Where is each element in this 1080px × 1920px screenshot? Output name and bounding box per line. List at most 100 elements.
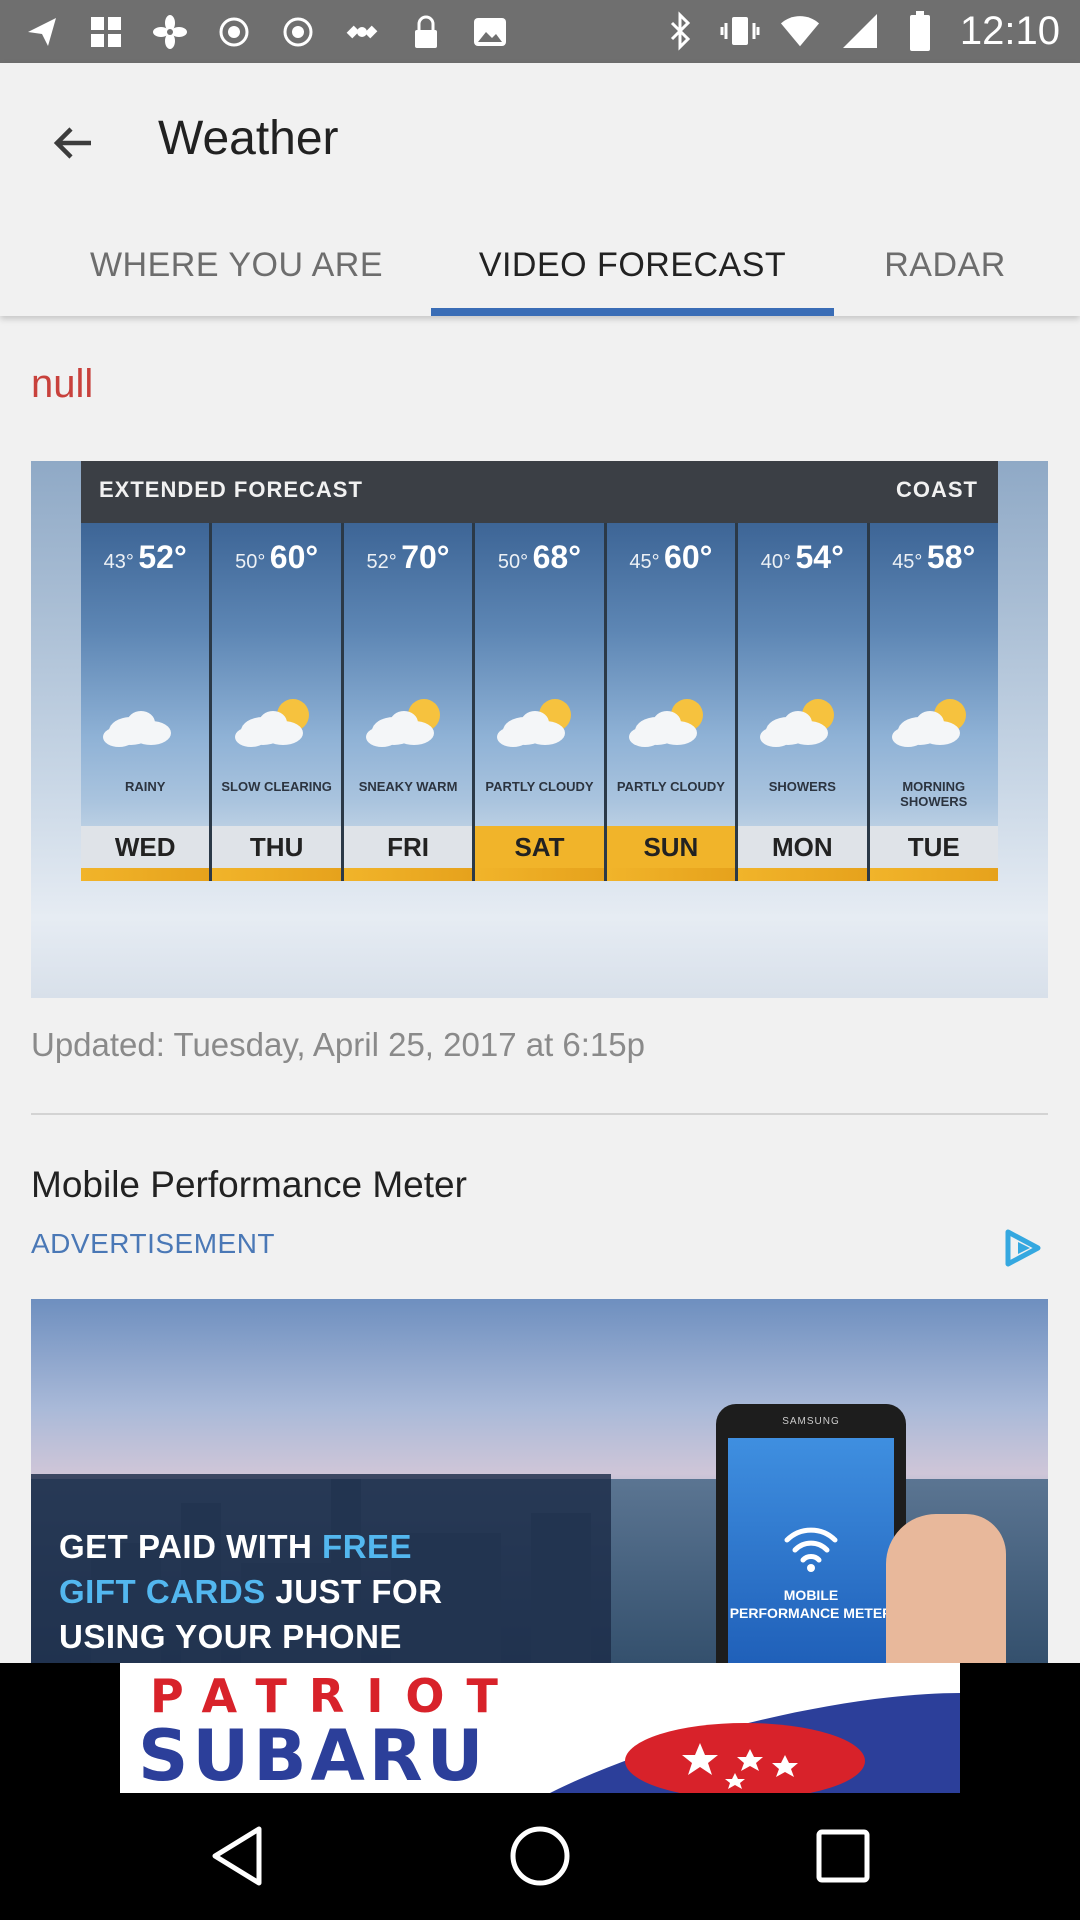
forecast-day-label: SUN — [606, 826, 736, 868]
weather-cloud-icon — [628, 699, 703, 747]
phone-image: SAMSUNG MOBILE PERFORMANCE METER — [716, 1404, 906, 1663]
back-button[interactable] — [40, 110, 106, 176]
forecast-low-temp: 52° — [366, 551, 397, 573]
forecast-temps: 52° 70° — [344, 539, 472, 576]
forecast-day-label: TUE — [869, 826, 998, 868]
status-bar: 12:10 — [0, 0, 1080, 63]
photo-icon — [470, 12, 510, 52]
ad-title[interactable]: Mobile Performance Meter — [31, 1164, 467, 1206]
banner-line2: SUBARU — [138, 1715, 488, 1793]
forecast-high-temp: 54° — [795, 539, 844, 575]
forecast-day-label: WED — [81, 826, 210, 868]
forecast-stripe — [869, 868, 998, 881]
navigation-arrow-icon — [22, 12, 62, 52]
active-tab-indicator — [431, 308, 834, 316]
updated-timestamp: Updated: Tuesday, April 25, 2017 at 6:15… — [31, 1026, 645, 1063]
forecast-day-thu: 50° 60° SLOW CLEARING THU — [212, 523, 341, 881]
bluetooth-icon — [660, 11, 700, 51]
subaru-logo-icon — [550, 1693, 960, 1793]
forecast-stripe — [81, 868, 210, 881]
location-text: null — [31, 362, 94, 406]
video-forecast-thumbnail[interactable]: EXTENDED FORECAST COAST 43° 52° RAINY WED 5… — [31, 461, 1048, 998]
phone-screen: MOBILE PERFORMANCE METER — [728, 1438, 894, 1663]
forecast-day-label: FRI — [343, 826, 473, 868]
forecast-day-label: SAT — [475, 826, 604, 868]
forecast-day-mon: 40° 54° SHOWERS MON — [738, 523, 867, 881]
signal-icon — [840, 11, 880, 51]
weather-cloud-icon — [103, 711, 172, 747]
forecast-day-sun: 45° 60° PARTLY CLOUDY SUN — [606, 523, 736, 881]
tab-bar: WHERE YOU ARE VIDEO FORECAST RADAR — [0, 238, 1080, 316]
vibrate-icon — [720, 11, 760, 51]
forecast-stripe — [343, 868, 473, 881]
adchoices-icon[interactable] — [1002, 1228, 1044, 1268]
forecast-temps: 45° 58° — [870, 539, 998, 576]
forecast-temps: 50° 60° — [212, 539, 340, 576]
forecast-high-temp: 68° — [532, 539, 582, 575]
forecast-stripe — [212, 868, 341, 881]
record-icon — [214, 12, 254, 52]
arrow-left-icon — [53, 127, 91, 159]
forecast-day-fri: 52° 70° SNEAKY WARM FRI — [343, 523, 473, 881]
forecast-header-right: COAST — [896, 477, 978, 502]
tab-radar[interactable]: RADAR — [834, 238, 1056, 316]
forecast-condition: RAINY — [124, 779, 166, 794]
weather-cloud-icon — [234, 699, 309, 747]
wifi-icon — [784, 1527, 838, 1572]
forecast-header-left: EXTENDED FORECAST — [99, 477, 363, 502]
forecast-day-tue: 45° 58° MORNING SHOWERS TUE — [869, 523, 998, 881]
battery-icon — [900, 11, 940, 51]
forecast-temps: 40° 54° — [738, 539, 866, 576]
forecast-columns: 43° 52° RAINY WED 50° 60° SLOW CLEARING THU 52… — [81, 523, 998, 881]
forecast-temps: 43° 52° — [81, 539, 209, 576]
forecast-day-label: MON — [738, 826, 867, 868]
grid-icon — [86, 12, 126, 52]
forecast-low-temp: 40° — [760, 551, 792, 573]
fan-icon — [150, 12, 190, 52]
banner-ad-area: PATRIOT SUBARU — [0, 1663, 1080, 1793]
divider — [31, 1113, 1048, 1115]
forecast-condition: PARTLY CLOUDY — [485, 779, 594, 794]
phone-brand: SAMSUNG — [782, 1416, 840, 1427]
weather-cloud-icon — [497, 699, 572, 747]
forecast-stripe — [475, 868, 604, 881]
forecast-condition: SLOW CLEARING — [221, 779, 332, 794]
satellite-icon — [342, 12, 382, 52]
tab-video-forecast[interactable]: VIDEO FORECAST — [431, 238, 834, 316]
ad-label: ADVERTISEMENT — [31, 1228, 276, 1259]
forecast-high-temp: 52° — [138, 539, 187, 575]
navigation-bar — [0, 1793, 1080, 1920]
forecast-panel: EXTENDED FORECAST COAST 43° 52° RAINY WED 5… — [81, 461, 998, 881]
hand-image — [886, 1514, 1006, 1663]
banner-ad[interactable]: PATRIOT SUBARU — [120, 1663, 960, 1793]
forecast-low-temp: 43° — [103, 551, 134, 573]
forecast-day-sat: 50° 68° PARTLY CLOUDY SAT — [475, 523, 604, 881]
forecast-high-temp: 60° — [664, 539, 713, 575]
forecast-stripe — [738, 868, 867, 881]
forecast-high-temp: 60° — [269, 539, 319, 575]
content-area[interactable]: null EXTENDED FORECAST COAST 43° 52° RAIN… — [0, 316, 1080, 1663]
forecast-day-label: THU — [212, 826, 341, 868]
forecast-low-temp: 50° — [235, 551, 266, 573]
record-icon — [278, 12, 318, 52]
forecast-high-temp: 70° — [401, 539, 450, 575]
tab-where-you-are[interactable]: WHERE YOU ARE — [40, 238, 433, 316]
home-nav-icon[interactable] — [505, 1821, 575, 1891]
forecast-low-temp: 45° — [892, 551, 923, 573]
forecast-condition: SNEAKY WARM — [358, 779, 458, 794]
wifi-icon — [780, 11, 820, 51]
forecast-condition: MORNING SHOWERS — [900, 779, 968, 809]
status-time: 12:10 — [959, 8, 1060, 53]
forecast-high-temp: 58° — [926, 539, 976, 575]
forecast-stripe — [606, 868, 736, 881]
forecast-header: EXTENDED FORECAST COAST — [81, 461, 998, 523]
back-nav-icon[interactable] — [202, 1821, 272, 1891]
phone-screen-text: MOBILE PERFORMANCE METER — [729, 1587, 893, 1621]
weather-cloud-icon — [891, 699, 966, 747]
weather-cloud-icon — [760, 699, 835, 747]
recents-nav-icon[interactable] — [808, 1821, 878, 1891]
weather-cloud-icon — [366, 699, 441, 747]
forecast-temps: 50° 68° — [475, 539, 603, 576]
ad-image[interactable]: GET PAID WITH FREE GIFT CARDS JUST FOR U… — [31, 1299, 1048, 1663]
forecast-low-temp: 45° — [629, 551, 660, 573]
